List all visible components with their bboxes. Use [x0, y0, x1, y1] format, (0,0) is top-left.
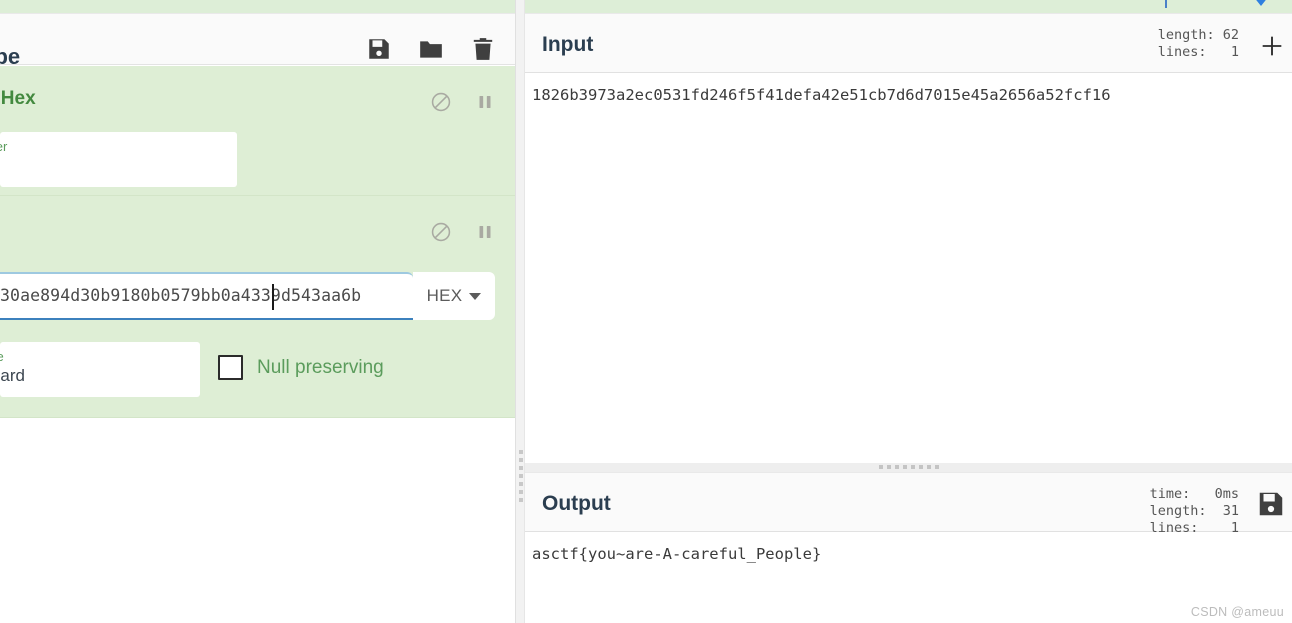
recipe-title-bar: Recipe	[0, 13, 515, 69]
chevron-down-icon	[469, 292, 482, 300]
output-time-row: time: 0ms	[1149, 486, 1239, 502]
io-panel: Input length: 62 lines: 1 1826b3973a2ec0…	[525, 0, 1292, 623]
add-input-tab-button[interactable]	[1258, 32, 1286, 60]
ingredient-passphrase[interactable]: 30ae894d30b9180b0579bb0a4339d543aa6b HEX	[0, 272, 495, 324]
ban-icon[interactable]	[430, 91, 452, 113]
ingredient-value-scheme: Standard	[0, 366, 25, 385]
null-preserving-checkbox[interactable]	[218, 355, 243, 380]
io-top-strip	[525, 0, 1292, 13]
output-header: Output time: 0ms length: 31 lines: 1	[525, 472, 1292, 536]
vertical-splitter[interactable]	[515, 0, 525, 623]
input-textarea[interactable]: 1826b3973a2ec0531fd246f5f41defa42e51cb7d…	[525, 73, 1292, 458]
output-length-row: length: 31	[1149, 503, 1239, 519]
folder-icon[interactable]	[418, 36, 444, 62]
horizontal-splitter[interactable]	[525, 458, 1292, 472]
save-output-icon[interactable]	[1256, 489, 1286, 519]
output-title: Output	[542, 492, 611, 515]
csdn-watermark: CSDN @ameuu	[1190, 605, 1284, 619]
ban-icon[interactable]	[430, 221, 452, 243]
pause-icon[interactable]	[474, 91, 496, 113]
passphrase-format-dropdown[interactable]: HEX	[413, 272, 495, 320]
recipe-empty-area[interactable]	[0, 418, 515, 623]
recipe-top-strip	[0, 0, 516, 13]
input-meta: length: 62 lines: 1	[1158, 27, 1239, 61]
ingredient-label-scheme: Scheme	[0, 349, 4, 364]
cyberchef-window: Recipe	[0, 0, 1292, 623]
splitter-grip	[878, 465, 939, 469]
passphrase-input[interactable]: 30ae894d30b9180b0579bb0a4339d543aa6b	[0, 272, 413, 320]
null-preserving-label: Null preserving	[257, 356, 384, 378]
ingredient-scheme[interactable]: Scheme Standard	[0, 342, 200, 397]
operation-title: From Hex	[0, 88, 36, 109]
input-header: Input length: 62 lines: 1	[525, 13, 1292, 73]
recipe-actions	[366, 36, 496, 62]
operation-controls	[430, 221, 496, 243]
output-meta: time: 0ms length: 31 lines: 1	[1150, 486, 1239, 537]
ingredient-label-delimiter: Delimiter	[0, 139, 8, 154]
passphrase-format-value: HEX	[426, 286, 463, 305]
splitter-grip	[519, 450, 523, 506]
recipe-panel: Recipe	[0, 0, 516, 623]
ingredient-null-preserving[interactable]: Null preserving	[218, 355, 384, 380]
trash-icon[interactable]	[470, 36, 496, 62]
input-lines-row: lines: 1	[1157, 44, 1239, 60]
ingredient-delimiter[interactable]: Delimiter Auto	[0, 132, 237, 187]
bake-progress-tick	[1165, 0, 1167, 8]
input-length-row: length: 62	[1157, 27, 1239, 43]
output-textarea[interactable]: asctf{you~are-A-careful_People}	[525, 532, 1292, 623]
bake-arrow-icon[interactable]	[1243, 0, 1279, 14]
text-cursor	[272, 284, 274, 310]
input-title: Input	[542, 33, 594, 56]
operation-controls	[430, 91, 496, 113]
pause-icon[interactable]	[474, 221, 496, 243]
passphrase-value: 30ae894d30b9180b0579bb0a4339d543aa6b	[0, 286, 362, 305]
floppy-disk-icon[interactable]	[366, 36, 392, 62]
